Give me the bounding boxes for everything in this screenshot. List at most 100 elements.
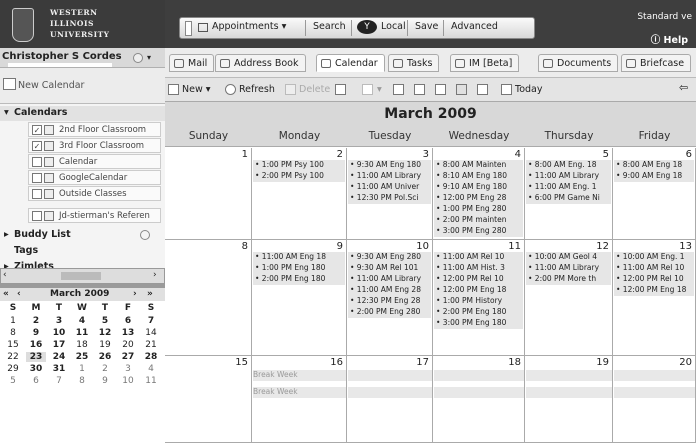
appointment[interactable]: • 6:00 PM Game Ni [526,193,611,204]
appointment[interactable]: • 1:00 PM History [434,296,523,307]
search-input[interactable] [185,21,192,36]
day-cell[interactable]: 15 [165,356,252,443]
break-week-event[interactable]: Break Week [253,370,346,381]
delete-button[interactable]: Delete [299,84,330,95]
appointment[interactable]: • 11:00 AM Library [348,171,431,182]
sidebar-scrollbar[interactable]: ‹ › [0,268,165,284]
local-button[interactable]: Local [381,21,406,35]
refresh-button[interactable]: Refresh [239,84,275,95]
mini-calendar-day[interactable]: 12 [95,328,115,338]
day-cell[interactable]: 2 • 1:00 PM Psy 100 • 2:00 PM Psy 100 [252,148,347,240]
checkbox[interactable]: ✓ [32,125,42,135]
tab-tasks[interactable]: Tasks [388,54,440,72]
day-number[interactable]: 13 [679,241,692,252]
day-cell[interactable]: 9 • 11:00 AM Eng 18 • 1:00 PM Eng 180 • 2:0… [252,240,347,356]
tab-documents[interactable]: Documents [538,54,619,72]
appointment[interactable]: • 11:00 AM Hist. 3 [434,263,523,274]
previous-arrow-icon[interactable]: ⇦ [679,81,688,94]
print-icon[interactable] [335,84,346,95]
mini-calendar-day[interactable]: 23 [26,352,46,362]
break-week-event[interactable]: Break Week [253,387,346,398]
appointment[interactable]: • 9:30 AM Eng 280 [348,252,431,263]
mini-calendar-day[interactable]: 1 [3,316,23,326]
month-view-icon[interactable] [456,84,467,95]
appointment[interactable]: • 11:00 AM Eng 28 [348,285,431,296]
appointment[interactable]: • 12:00 PM Eng 28 [434,193,523,204]
chevron-down-icon[interactable]: ▾ [147,53,151,62]
tab-im[interactable]: IM [Beta] [450,54,520,72]
tab-address-book[interactable]: Address Book [215,54,306,72]
break-week-event[interactable] [614,387,695,398]
day-cell[interactable]: 6 • 8:00 AM Eng 18 • 9:00 AM Eng 18 [613,148,696,240]
mini-calendar-day[interactable]: 2 [95,364,115,374]
mini-calendar-day[interactable]: 1 [72,364,92,374]
day-number[interactable]: 5 [603,149,609,160]
appointment[interactable]: • 10:00 AM Eng. 1 [614,252,694,263]
day-number[interactable]: 19 [596,357,609,368]
work-week-view-icon[interactable] [414,84,425,95]
calendar-item[interactable]: GoogleCalendar [28,170,161,185]
appointment[interactable]: • 11:00 AM Rel 10 [614,263,694,274]
scroll-right-icon[interactable]: › [153,270,157,280]
appointment[interactable]: • 1:00 PM Eng 280 [434,204,523,215]
day-cell[interactable]: 11 • 11:00 AM Rel 10 • 11:00 AM Hist. 3 • 1… [433,240,525,356]
mini-calendar-day[interactable]: 17 [49,340,69,350]
appointment[interactable]: • 8:00 AM Mainten [434,160,523,171]
day-cell[interactable]: 8 [165,240,252,356]
scroll-left-icon[interactable]: ‹ [3,270,7,280]
day-cell[interactable]: 18 [433,356,525,443]
day-number[interactable]: 2 [337,149,343,160]
schedule-view-icon[interactable] [477,84,488,95]
appointment[interactable]: • 3:00 PM Eng 180 [434,318,523,329]
day-cell[interactable]: 5 • 8:00 AM Eng. 18 • 11:00 AM Library • 11… [525,148,613,240]
appointment[interactable]: • 10:00 AM Geol 4 [526,252,611,263]
appointment[interactable]: • 2:00 PM Eng 180 [434,307,523,318]
next-year-icon[interactable]: » [147,289,153,299]
tab-calendar[interactable]: Calendar [316,54,385,72]
prev-month-icon[interactable]: ‹ [17,289,21,299]
scroll-thumb[interactable] [61,272,101,280]
appointment[interactable]: • 11:00 AM Eng. 1 [526,182,611,193]
mini-calendar-day[interactable]: 25 [72,352,92,362]
calendar-item[interactable]: ✓ 3rd Floor Classroom [28,138,161,153]
day-number[interactable]: 4 [515,149,521,160]
mini-calendar-day[interactable]: 20 [118,340,138,350]
day-number[interactable]: 1 [242,149,248,160]
appointments-dropdown[interactable]: Appointments ▾ [212,21,286,35]
today-button[interactable]: Today [515,84,542,95]
checkbox[interactable] [32,189,42,199]
advanced-button[interactable]: Advanced [451,21,498,35]
appointment[interactable]: • 11:00 AM Rel 10 [434,252,523,263]
day-cell[interactable]: 3 • 9:30 AM Eng 180 • 11:00 AM Library • 11… [347,148,433,240]
move-dropdown-icon[interactable]: ▾ [377,84,382,95]
tags-header[interactable]: Tags [0,244,165,259]
day-cell[interactable]: 13 • 10:00 AM Eng. 1 • 11:00 AM Rel 10 • 12… [613,240,696,356]
appointment[interactable]: • 12:30 PM Eng 28 [348,296,431,307]
mini-calendar-day[interactable]: 3 [49,316,69,326]
calendar-item[interactable]: Calendar [28,154,161,169]
mini-calendar-day[interactable]: 4 [72,316,92,326]
day-number[interactable]: 10 [416,241,429,252]
status-icon[interactable] [133,53,143,63]
mini-calendar-day[interactable]: 26 [95,352,115,362]
appointment[interactable]: • 12:00 PM Eng 18 [614,285,694,296]
mini-calendar-day[interactable]: 13 [118,328,138,338]
break-week-event[interactable] [348,387,432,398]
appointment[interactable]: • 9:30 AM Rel 101 [348,263,431,274]
mini-calendar-day[interactable]: 11 [72,328,92,338]
appointment[interactable]: • 11:00 AM Eng 18 [253,252,345,263]
mini-calendar-day[interactable]: 19 [95,340,115,350]
break-week-event[interactable] [434,370,524,381]
appointment[interactable]: • 11:00 AM Library [348,274,431,285]
day-number[interactable]: 17 [416,357,429,368]
appointment[interactable]: • 11:00 AM Library [526,263,611,274]
day-view-icon[interactable] [393,84,404,95]
day-number[interactable]: 9 [337,241,343,252]
calendars-header[interactable]: ▾ Calendars [0,106,165,121]
appointment[interactable]: • 12:00 PM Rel 10 [434,274,523,285]
mini-calendar-day[interactable]: 4 [141,364,161,374]
day-cell[interactable]: 19 [525,356,613,443]
day-number[interactable]: 3 [423,149,429,160]
day-cell[interactable]: 4 • 8:00 AM Mainten • 8:10 AM Eng 180 • 9:1… [433,148,525,240]
day-cell[interactable]: 1 [165,148,252,240]
